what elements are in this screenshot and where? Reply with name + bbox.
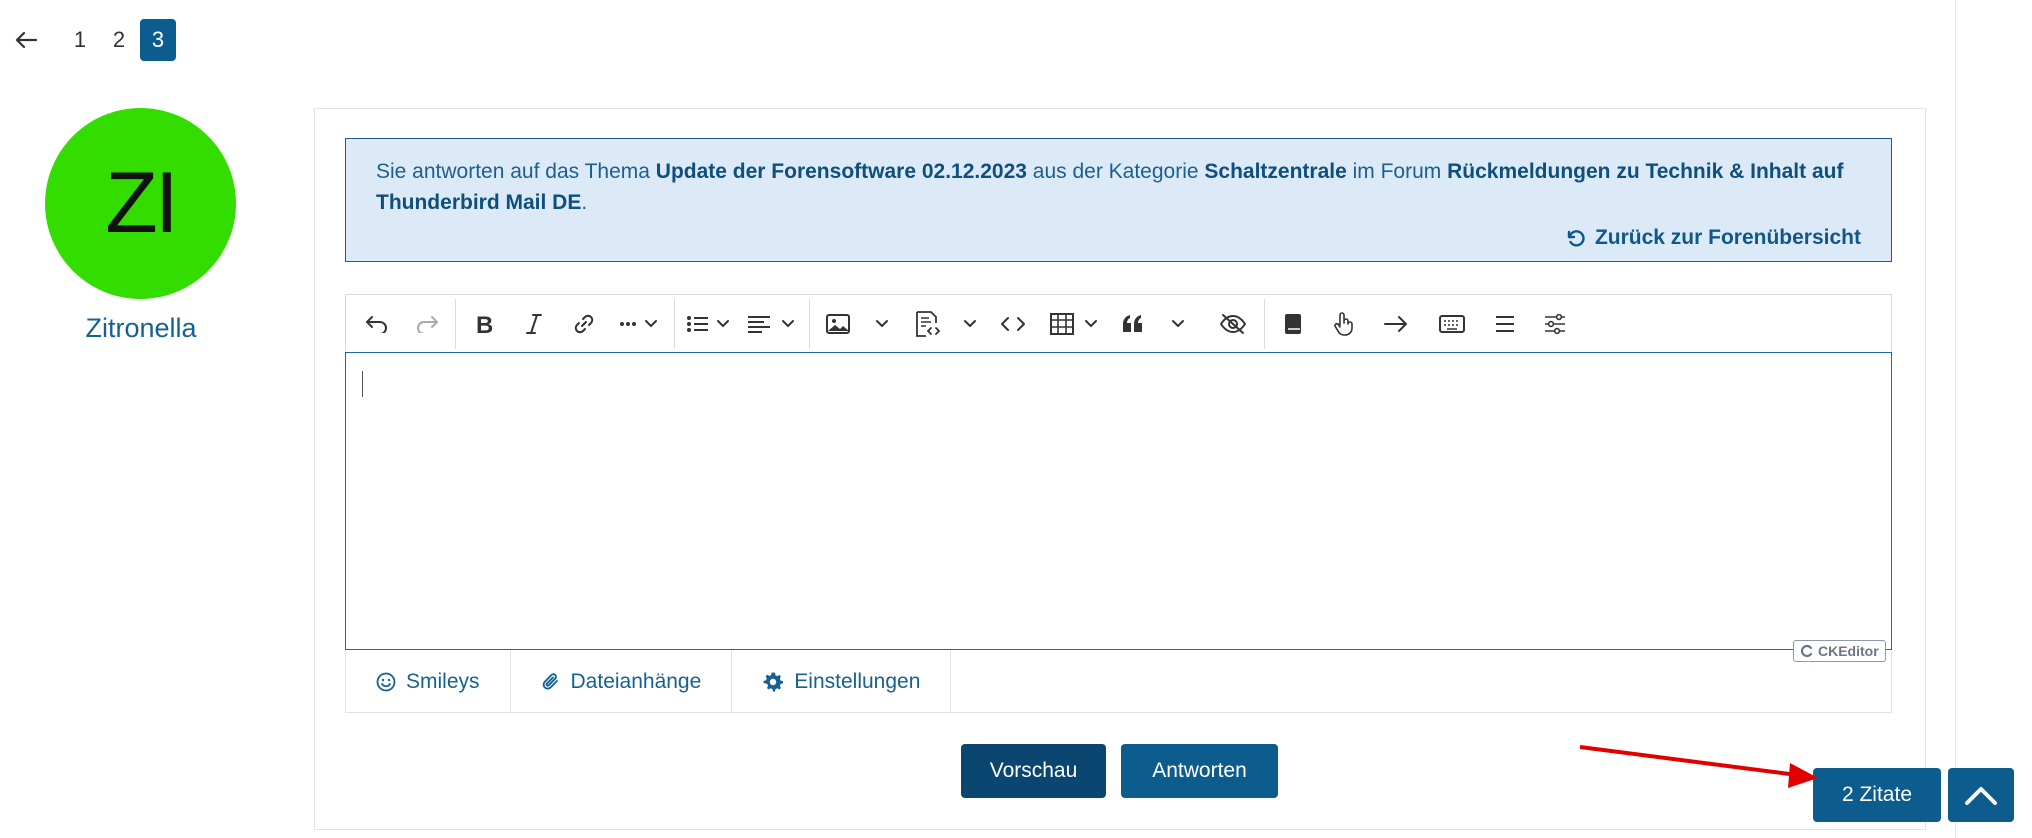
reply-button[interactable]: Antworten bbox=[1121, 744, 1278, 798]
back-to-forum-label: Zurück zur Forenübersicht bbox=[1594, 226, 1861, 249]
scroll-to-top-button[interactable] bbox=[1948, 768, 2014, 822]
align-icon bbox=[748, 316, 794, 333]
page-link-current[interactable]: 3 bbox=[140, 19, 176, 61]
image-dropdown-chevron[interactable] bbox=[868, 295, 896, 353]
italic-icon[interactable] bbox=[514, 295, 554, 353]
smiley-icon bbox=[376, 672, 396, 691]
quote-dropdown-chevron[interactable] bbox=[1164, 295, 1192, 353]
reply-editor[interactable] bbox=[345, 352, 1892, 650]
bulleted-list-icon bbox=[687, 316, 729, 332]
page-link-1[interactable]: 1 bbox=[62, 19, 98, 61]
inline-code-icon[interactable] bbox=[992, 295, 1034, 353]
info-text-3: im Forum bbox=[1346, 160, 1448, 183]
tab-attachments[interactable]: Dateianhänge bbox=[511, 651, 733, 712]
bulleted-list-dropdown[interactable] bbox=[683, 295, 735, 353]
sliders-icon[interactable] bbox=[1535, 295, 1575, 353]
arrow-right-icon[interactable] bbox=[1373, 295, 1419, 353]
tab-smileys[interactable]: Smileys bbox=[346, 651, 511, 712]
info-text-2: aus der Kategorie bbox=[1026, 160, 1205, 183]
pointer-icon[interactable] bbox=[1323, 295, 1363, 353]
tab-smileys-label: Smileys bbox=[406, 669, 480, 693]
redo-icon[interactable] bbox=[406, 295, 448, 353]
quote-icon[interactable] bbox=[1113, 295, 1153, 353]
table-dropdown[interactable] bbox=[1046, 295, 1104, 353]
tab-attachments-label: Dateianhänge bbox=[570, 669, 702, 693]
book-icon[interactable] bbox=[1273, 295, 1313, 353]
undo-icon[interactable] bbox=[356, 295, 398, 353]
code-block-icon[interactable] bbox=[906, 295, 948, 353]
username-link[interactable]: Zitronella bbox=[40, 313, 242, 344]
info-text-1: Sie antworten auf das Thema bbox=[376, 160, 656, 183]
chevron-up-icon bbox=[1965, 787, 1997, 805]
more-icon bbox=[620, 320, 657, 328]
quotes-button[interactable]: 2 Zitate bbox=[1813, 768, 1941, 822]
page-edge-divider bbox=[1955, 0, 1956, 838]
spoiler-icon[interactable] bbox=[1210, 295, 1256, 353]
avatar: ZI bbox=[45, 108, 236, 299]
editor-tabs: Smileys Dateianhänge Einstellungen bbox=[345, 651, 1892, 713]
menu-icon[interactable] bbox=[1485, 295, 1525, 353]
undo-arrow-icon bbox=[1567, 229, 1585, 247]
keyboard-icon[interactable] bbox=[1427, 295, 1477, 353]
category-link[interactable]: Schaltzentrale bbox=[1204, 160, 1346, 183]
arrow-left-icon[interactable] bbox=[12, 19, 40, 61]
svg-text:B: B bbox=[476, 313, 493, 335]
bold-icon[interactable]: B bbox=[464, 295, 504, 353]
tab-settings[interactable]: Einstellungen bbox=[732, 651, 952, 712]
editor-toolbar: B bbox=[345, 294, 1892, 352]
gear-icon bbox=[763, 672, 784, 692]
paperclip-icon bbox=[542, 672, 558, 690]
link-icon[interactable] bbox=[564, 295, 604, 353]
more-formatting-dropdown[interactable] bbox=[614, 295, 666, 353]
alignment-dropdown[interactable] bbox=[744, 295, 800, 353]
topic-link[interactable]: Update der Forensoftware 02.12.2023 bbox=[656, 160, 1027, 183]
info-text-4: . bbox=[581, 191, 588, 214]
text-caret bbox=[362, 371, 363, 397]
back-to-forum-link[interactable]: Zurück zur Forenübersicht bbox=[1565, 222, 1861, 253]
table-icon bbox=[1050, 313, 1097, 335]
tab-settings-label: Einstellungen bbox=[794, 669, 921, 693]
page-link-2[interactable]: 2 bbox=[101, 19, 137, 61]
pagination: 1 2 3 bbox=[12, 19, 179, 61]
image-icon[interactable] bbox=[818, 295, 858, 353]
reply-info-box: Sie antworten auf das Thema Update der F… bbox=[345, 138, 1892, 262]
code-block-dropdown-chevron[interactable] bbox=[956, 295, 984, 353]
preview-button[interactable]: Vorschau bbox=[961, 744, 1106, 798]
